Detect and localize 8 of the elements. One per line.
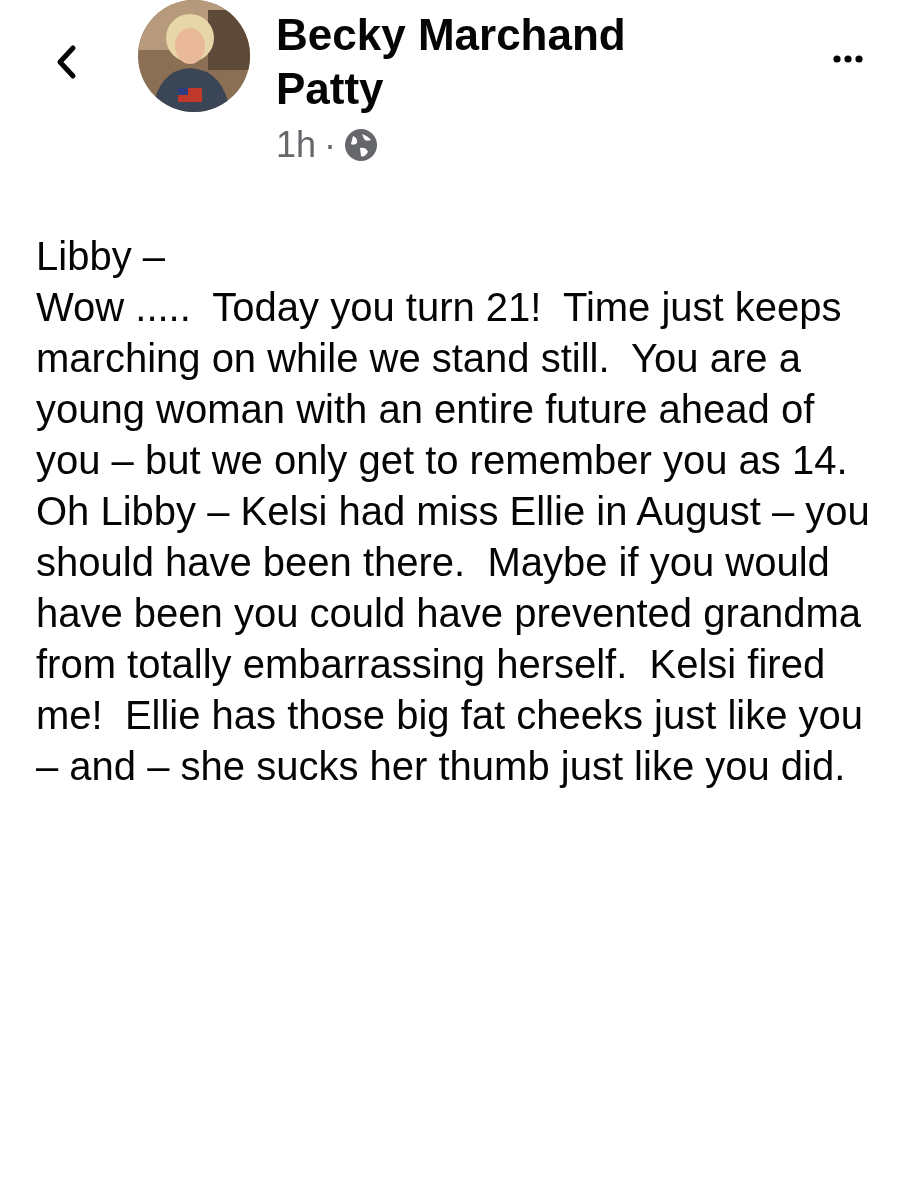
chevron-left-icon — [55, 44, 77, 80]
author-name[interactable]: Becky Marchand Patty — [276, 8, 716, 116]
post-time: 1h — [276, 124, 317, 166]
post-text: Wow ..... Today you turn 21! Time just keeps marching on while we stand still. You are a young woman with an entire future ahead of you – but we only get to remember you as 14. Oh Libby – Kelsi had miss Ellie in August – you should have been there. Maybe if you would have been you could have prevented grandma from totally embarrassing herself. Kelsi fired me! Ellie has those big fat cheeks just like you – and – she sucks her thumb just like you did. — [36, 284, 871, 790]
more-dots-icon — [833, 54, 863, 63]
globe-icon — [344, 128, 379, 162]
post-greeting: Libby – — [36, 233, 166, 280]
separator-dot: · — [324, 124, 337, 166]
